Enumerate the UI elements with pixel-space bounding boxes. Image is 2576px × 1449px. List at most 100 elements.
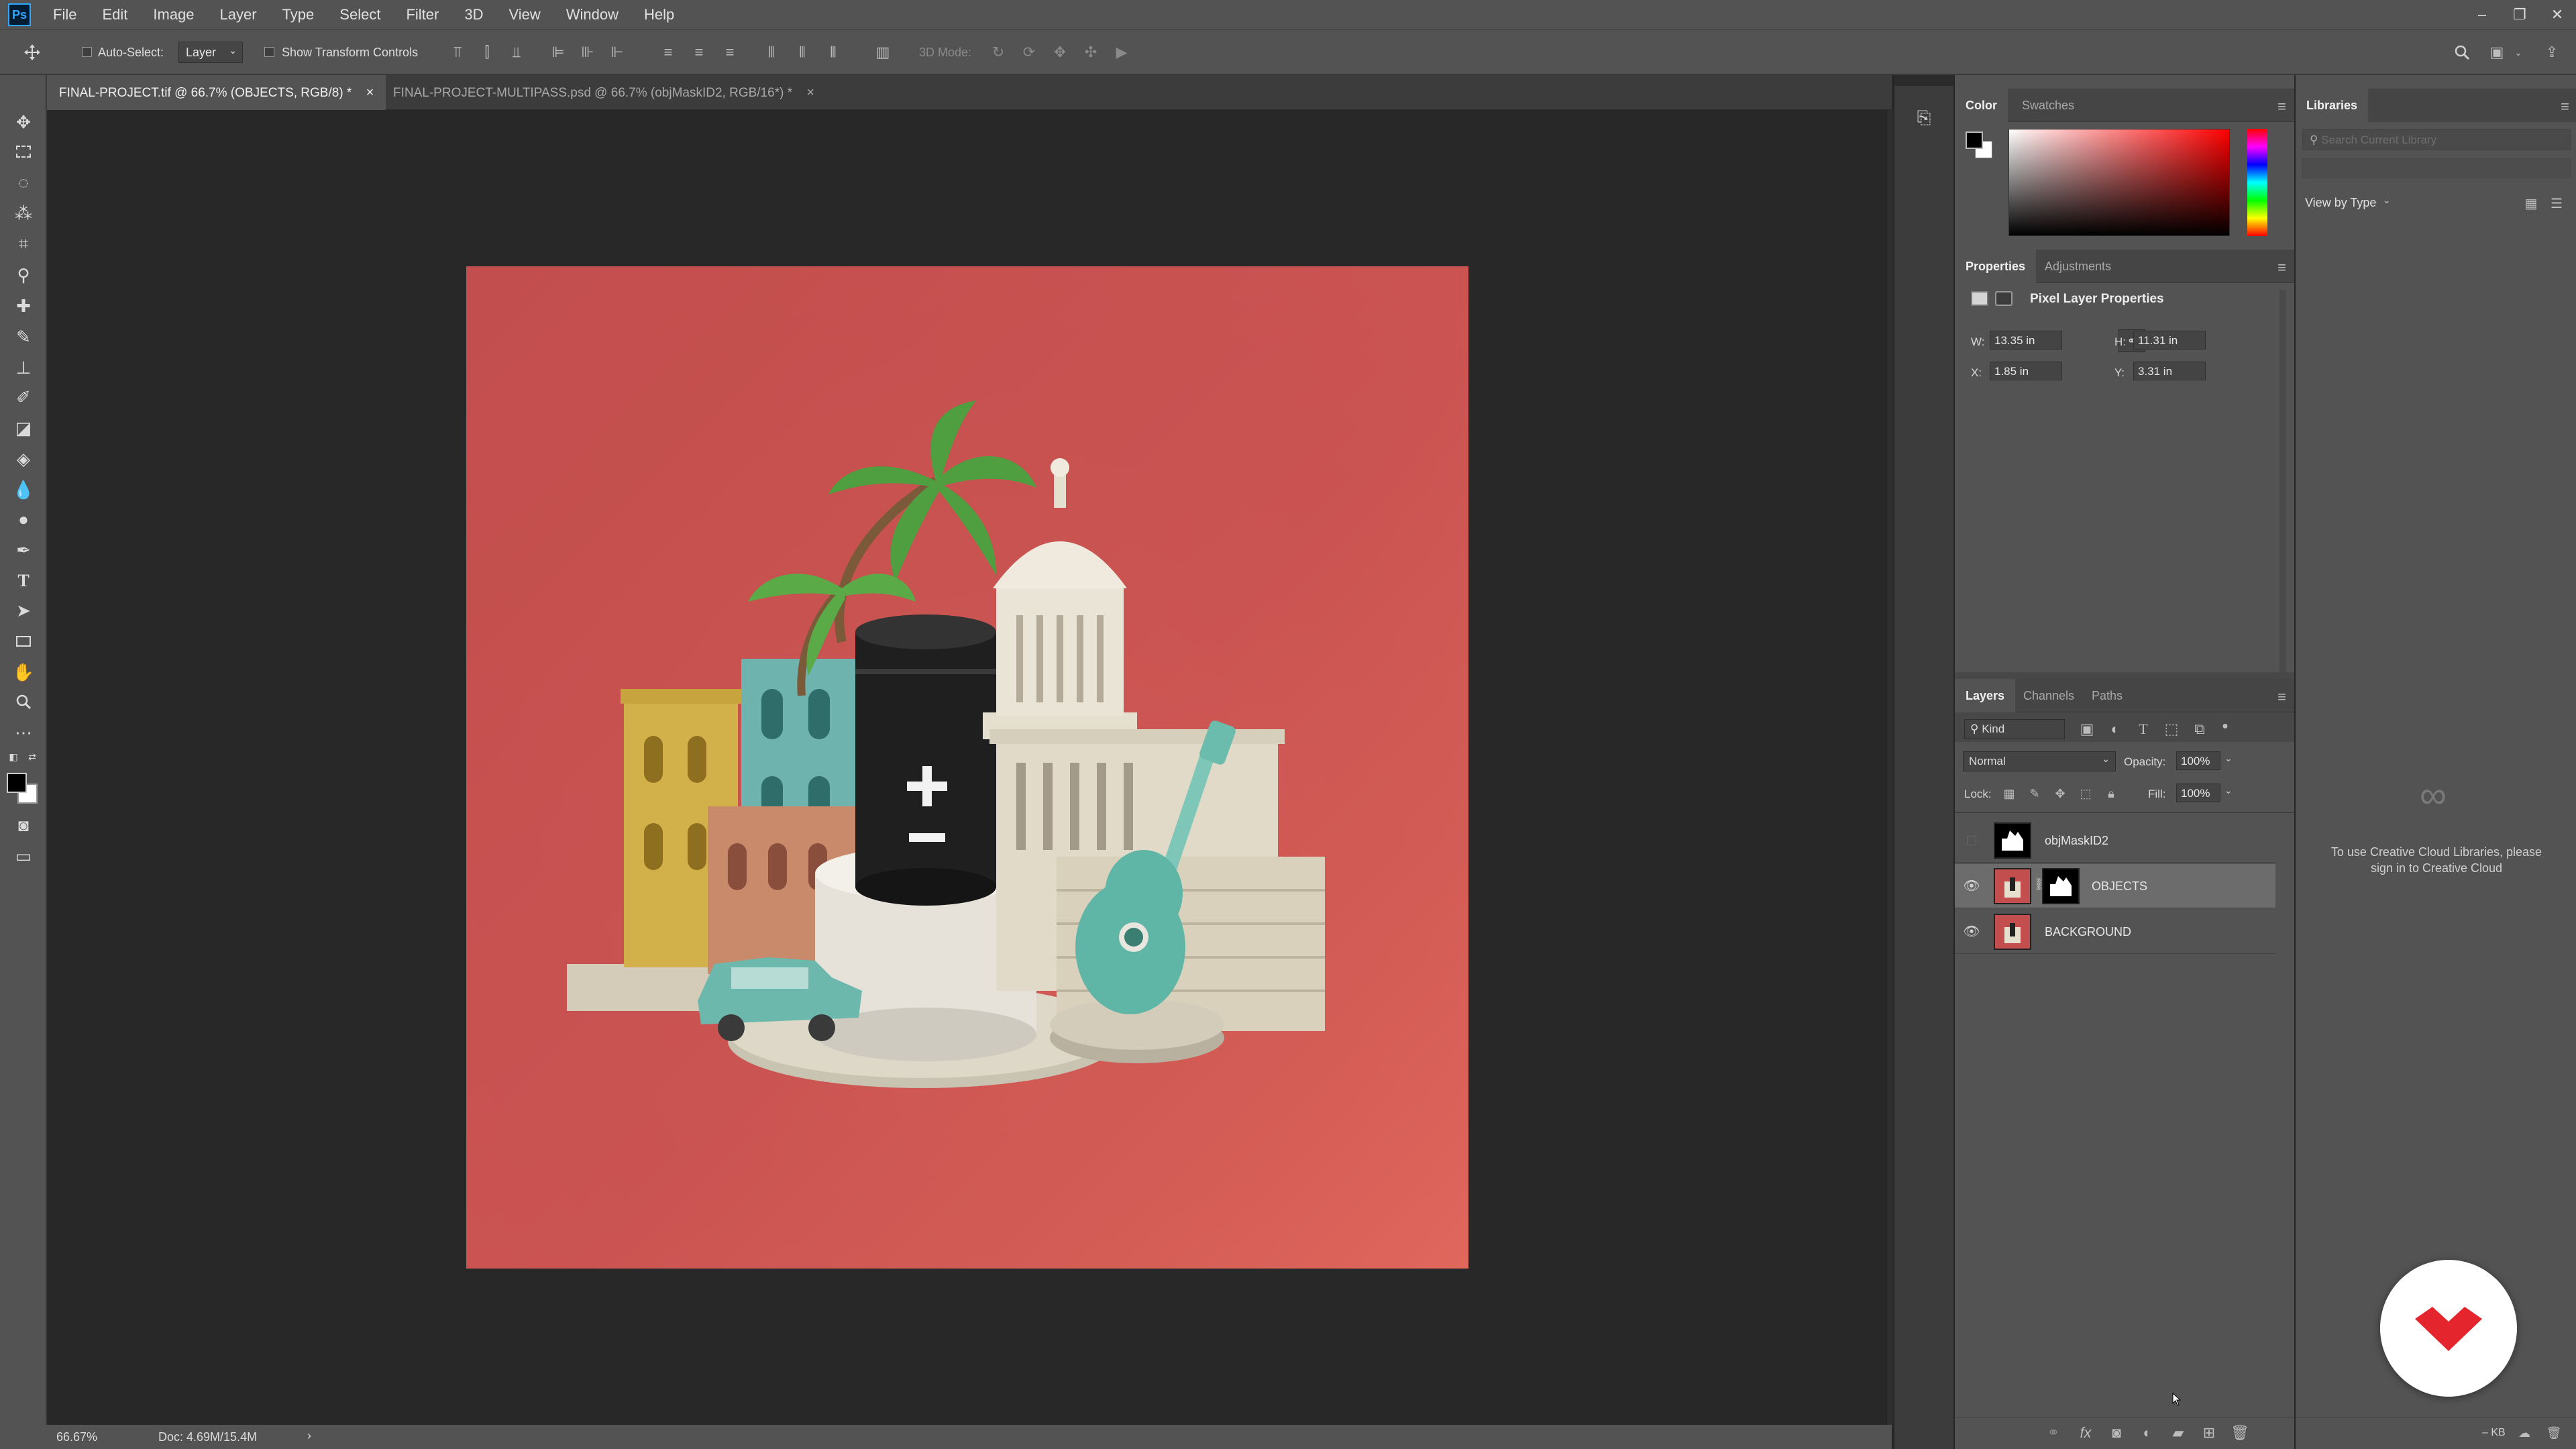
distribute-right-icon[interactable]: ⦀ bbox=[824, 44, 843, 61]
blend-mode-dropdown[interactable]: Normal ⌄ bbox=[1963, 751, 2116, 771]
magic-wand-tool-icon[interactable]: ⁂ bbox=[11, 201, 36, 225]
list-view-icon[interactable]: ☰ bbox=[2545, 192, 2568, 215]
menu-image[interactable]: Image bbox=[140, 0, 207, 30]
align-vcenter-icon[interactable]: ⫿ bbox=[478, 44, 496, 61]
status-menu-arrow[interactable]: › bbox=[307, 1429, 311, 1443]
align-top-icon[interactable]: ⫪ bbox=[448, 44, 467, 61]
menu-file[interactable]: File bbox=[40, 0, 89, 30]
more-tools-icon[interactable]: ⋯ bbox=[11, 720, 36, 745]
foreground-color-swatch[interactable] bbox=[7, 773, 27, 793]
tab-paths[interactable]: Paths bbox=[2081, 679, 2133, 712]
distribute-bottom-icon[interactable]: ≡ bbox=[720, 44, 739, 61]
pen-tool-icon[interactable]: ✒ bbox=[11, 538, 36, 562]
panel-menu-icon[interactable]: ≡ bbox=[2277, 98, 2286, 115]
fx-icon[interactable]: fx bbox=[2074, 1421, 2097, 1444]
type-tool-icon[interactable]: T bbox=[11, 569, 36, 593]
workspace-chevron-icon[interactable]: ⌄ bbox=[2509, 44, 2528, 61]
marquee-tool-icon[interactable] bbox=[11, 140, 36, 164]
add-mask-icon[interactable]: ◙ bbox=[2105, 1421, 2128, 1444]
fill-field[interactable]: 100% bbox=[2176, 784, 2220, 802]
menu-type[interactable]: Type bbox=[270, 0, 327, 30]
menu-view[interactable]: View bbox=[496, 0, 553, 30]
library-selector-dropdown[interactable] bbox=[2302, 158, 2571, 178]
trash-icon[interactable]: 🗑︎ bbox=[2542, 1421, 2565, 1444]
foreground-color-chip[interactable] bbox=[1966, 131, 1983, 149]
lock-artboard-icon[interactable]: ⬚ bbox=[2074, 782, 2097, 805]
align-hcenter-icon[interactable]: ⊪ bbox=[578, 44, 597, 61]
workspace-icon[interactable]: ▣ bbox=[2487, 44, 2506, 61]
default-colors-icon[interactable]: ◧ bbox=[7, 750, 20, 763]
cloud-sync-icon[interactable]: ☁ bbox=[2513, 1421, 2536, 1444]
new-layer-icon[interactable]: ⊞ bbox=[2198, 1421, 2220, 1444]
zoom-tool-icon[interactable] bbox=[11, 690, 36, 714]
filter-pixel-icon[interactable]: ▣ bbox=[2076, 718, 2098, 741]
minimize-button[interactable]: – bbox=[2463, 6, 2501, 23]
filter-type-icon[interactable]: T bbox=[2132, 718, 2155, 741]
link-layers-icon[interactable]: ⚭ bbox=[2042, 1421, 2065, 1444]
document-canvas[interactable] bbox=[466, 266, 1468, 1269]
show-transform-checkbox[interactable] bbox=[264, 47, 274, 57]
move-tool-icon[interactable]: ✥ bbox=[11, 110, 36, 134]
tab-color[interactable]: Color bbox=[1955, 89, 2008, 122]
distribute-top-icon[interactable]: ≡ bbox=[659, 44, 678, 61]
align-right-icon[interactable]: ⊩ bbox=[608, 44, 627, 61]
tab-layers[interactable]: Layers bbox=[1955, 679, 2016, 712]
3d-scale-icon[interactable]: ▶ bbox=[1112, 44, 1131, 61]
filter-shape-icon[interactable]: ⬚ bbox=[2160, 718, 2183, 741]
color-field[interactable] bbox=[2008, 129, 2230, 236]
close-icon[interactable]: × bbox=[806, 85, 814, 100]
lasso-tool-icon[interactable]: ◌ bbox=[11, 170, 36, 195]
lock-position-icon[interactable]: ✥ bbox=[2049, 782, 2072, 805]
history-panel-icon[interactable]: ⎘ bbox=[1911, 105, 1937, 131]
view-by-dropdown[interactable]: View by Type bbox=[2305, 196, 2376, 210]
menu-layer[interactable]: Layer bbox=[207, 0, 270, 30]
restore-button[interactable]: ❐ bbox=[2501, 6, 2538, 23]
width-field[interactable]: 13.35 in bbox=[1990, 331, 2062, 350]
dodge-tool-icon[interactable]: ● bbox=[11, 507, 36, 531]
align-bottom-icon[interactable]: ⫫ bbox=[507, 44, 526, 61]
filter-adjustment-icon[interactable]: ◐ bbox=[2104, 718, 2127, 741]
layer-row-objects[interactable]: 👁︎ ⛓︎ OBJECTS bbox=[1955, 864, 2275, 908]
auto-align-icon[interactable]: ▥ bbox=[873, 44, 892, 61]
eyedropper-tool-icon[interactable]: ⚲ bbox=[11, 263, 36, 287]
rectangle-tool-icon[interactable] bbox=[11, 629, 36, 653]
align-left-icon[interactable]: ⊫ bbox=[549, 44, 568, 61]
crop-tool-icon[interactable]: ⌗ bbox=[11, 232, 36, 256]
menu-filter[interactable]: Filter bbox=[393, 0, 451, 30]
tab-final-project-multipass[interactable]: FINAL-PROJECT-MULTIPASS.psd @ 66.7% (obj… bbox=[381, 75, 826, 110]
close-icon[interactable]: × bbox=[366, 85, 374, 100]
properties-scrollbar[interactable] bbox=[2279, 290, 2286, 719]
menu-edit[interactable]: Edit bbox=[89, 0, 140, 30]
y-field[interactable]: 3.31 in bbox=[2133, 362, 2206, 380]
share-icon[interactable]: ⇪ bbox=[2542, 44, 2561, 61]
x-field[interactable]: 1.85 in bbox=[1990, 362, 2062, 380]
mask-icon[interactable] bbox=[1995, 291, 2012, 306]
close-window-button[interactable]: ✕ bbox=[2538, 6, 2576, 23]
tab-swatches[interactable]: Swatches bbox=[2011, 89, 2085, 122]
vertical-scrollbar[interactable] bbox=[1886, 110, 1893, 1425]
screen-mode-icon[interactable]: ▭ bbox=[11, 844, 36, 868]
menu-select[interactable]: Select bbox=[327, 0, 393, 30]
photoshop-logo[interactable]: Ps bbox=[8, 3, 31, 26]
eraser-tool-icon[interactable]: ◪ bbox=[11, 416, 36, 440]
swap-colors-icon[interactable]: ⇄ bbox=[25, 750, 39, 763]
history-brush-tool-icon[interactable]: ✐ bbox=[11, 385, 36, 409]
distribute-vcenter-icon[interactable]: ≡ bbox=[690, 44, 708, 61]
new-group-icon[interactable]: ▰ bbox=[2167, 1421, 2190, 1444]
filter-toggle-icon[interactable]: ● bbox=[2214, 715, 2237, 738]
grid-view-icon[interactable]: ▦ bbox=[2520, 192, 2542, 215]
paint-bucket-tool-icon[interactable]: ◈ bbox=[11, 447, 36, 471]
zoom-level[interactable]: 66.67% bbox=[56, 1430, 97, 1444]
3d-pan-icon[interactable]: ✥ bbox=[1051, 44, 1069, 61]
tab-properties[interactable]: Properties bbox=[1955, 250, 2037, 283]
healing-brush-tool-icon[interactable]: ✚ bbox=[11, 294, 36, 318]
layer-row-objmaskid2[interactable]: objMaskID2 bbox=[1955, 818, 2275, 863]
opacity-field[interactable]: 100% bbox=[2176, 751, 2220, 770]
menu-window[interactable]: Window bbox=[553, 0, 631, 30]
eye-icon[interactable]: 👁︎ bbox=[1963, 877, 1980, 895]
libraries-search-input[interactable]: ⚲ Search Current Library bbox=[2302, 129, 2571, 150]
panel-menu-icon[interactable]: ≡ bbox=[2277, 688, 2286, 706]
lock-image-icon[interactable]: ✎ bbox=[2023, 782, 2046, 805]
layer-filter-dropdown[interactable]: ⚲ Kind bbox=[1964, 719, 2065, 739]
tab-adjustments[interactable]: Adjustments bbox=[2034, 250, 2122, 283]
